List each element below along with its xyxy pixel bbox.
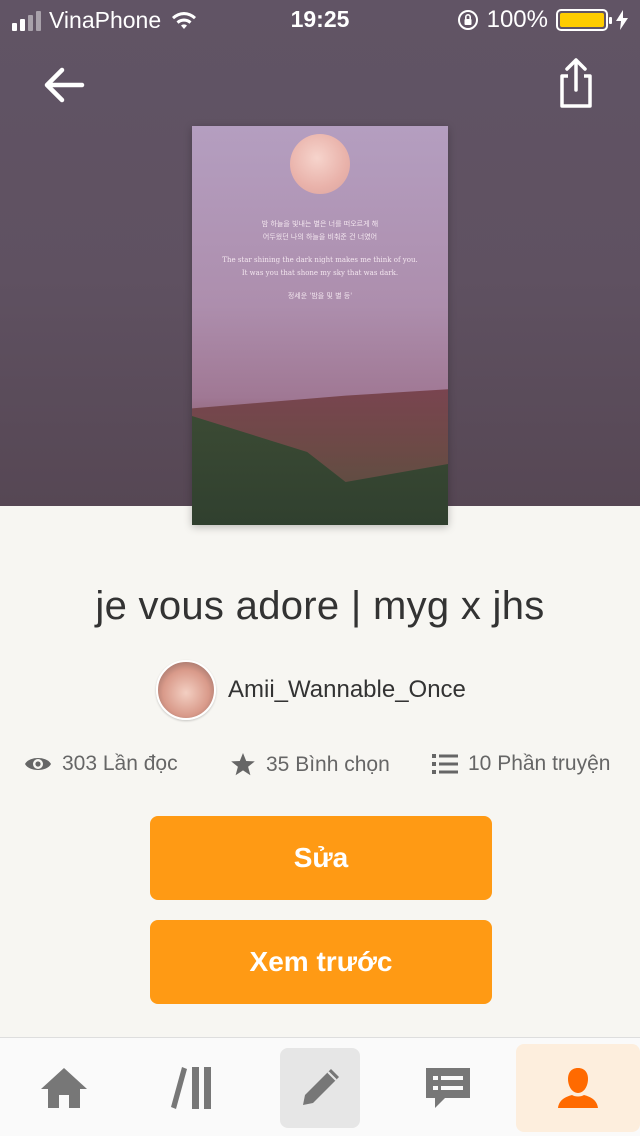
tab-home[interactable] bbox=[2, 1044, 126, 1132]
stat-reads-label: 303 Lần đọc bbox=[62, 752, 178, 775]
story-title: je vous adore | myg x jhs bbox=[95, 584, 545, 628]
messages-icon bbox=[426, 1068, 470, 1108]
tab-messages[interactable] bbox=[386, 1044, 510, 1132]
arrow-left-icon bbox=[44, 67, 85, 103]
charging-icon bbox=[616, 10, 628, 30]
cover-moon bbox=[290, 134, 350, 194]
tab-library[interactable] bbox=[130, 1044, 254, 1132]
status-right: 100% bbox=[457, 6, 628, 34]
profile-icon bbox=[558, 1068, 598, 1108]
rotation-lock-icon bbox=[457, 10, 478, 30]
write-icon bbox=[303, 1069, 339, 1105]
share-button[interactable] bbox=[548, 54, 604, 114]
author-name[interactable]: Amii_Wannable_Once bbox=[228, 676, 466, 704]
battery-percent: 100% bbox=[486, 6, 548, 33]
stat-votes-label: 35 Bình chọn bbox=[266, 752, 390, 776]
bottom-tab-bar bbox=[0, 1037, 640, 1136]
library-icon bbox=[171, 1067, 211, 1109]
share-icon bbox=[560, 58, 592, 108]
star-icon bbox=[231, 753, 255, 776]
eye-icon bbox=[25, 758, 51, 770]
cover-line: It was you that shone my sky that was da… bbox=[241, 269, 399, 277]
cover-line: 정세운 '밤을 및 별 등' bbox=[287, 292, 353, 300]
cover-line: The star shining the dark night makes me… bbox=[222, 256, 418, 264]
avatar[interactable] bbox=[156, 660, 216, 720]
stat-votes: 35 Bình chọn bbox=[230, 752, 390, 777]
stat-parts-label: 10 Phần truyện bbox=[468, 752, 611, 775]
stat-parts: 10 Phần truyện bbox=[432, 752, 610, 776]
back-button[interactable] bbox=[36, 60, 92, 110]
battery-icon bbox=[556, 9, 612, 31]
author-row[interactable]: Amii_Wannable_Once bbox=[156, 660, 466, 720]
preview-button[interactable]: Xem trước bbox=[150, 920, 492, 1004]
cover-line: 밤 하늘을 빛내는 별은 너를 떠오르게 해 bbox=[261, 220, 379, 228]
tab-write[interactable] bbox=[280, 1048, 360, 1128]
cover-line: 어두웠던 나의 하늘을 비춰준 건 너였어 bbox=[262, 233, 378, 241]
tab-profile[interactable] bbox=[516, 1044, 640, 1132]
status-bar: VinaPhone 19:25 100% bbox=[0, 0, 640, 40]
home-icon bbox=[41, 1068, 87, 1108]
stat-reads: 303 Lần đọc bbox=[24, 752, 178, 776]
story-stats: 303 Lần đọc 35 Bình chọn 10 Phần truyện bbox=[0, 752, 640, 786]
cover-text: 밤 하늘을 빛내는 별은 너를 떠오르게 해 어두웠던 나의 하늘을 비춰준 건… bbox=[192, 218, 448, 303]
edit-button[interactable]: Sửa bbox=[150, 816, 492, 900]
list-icon bbox=[432, 754, 458, 774]
story-cover[interactable]: 밤 하늘을 빛내는 별은 너를 떠오르게 해 어두웠던 나의 하늘을 비춰준 건… bbox=[192, 126, 448, 525]
